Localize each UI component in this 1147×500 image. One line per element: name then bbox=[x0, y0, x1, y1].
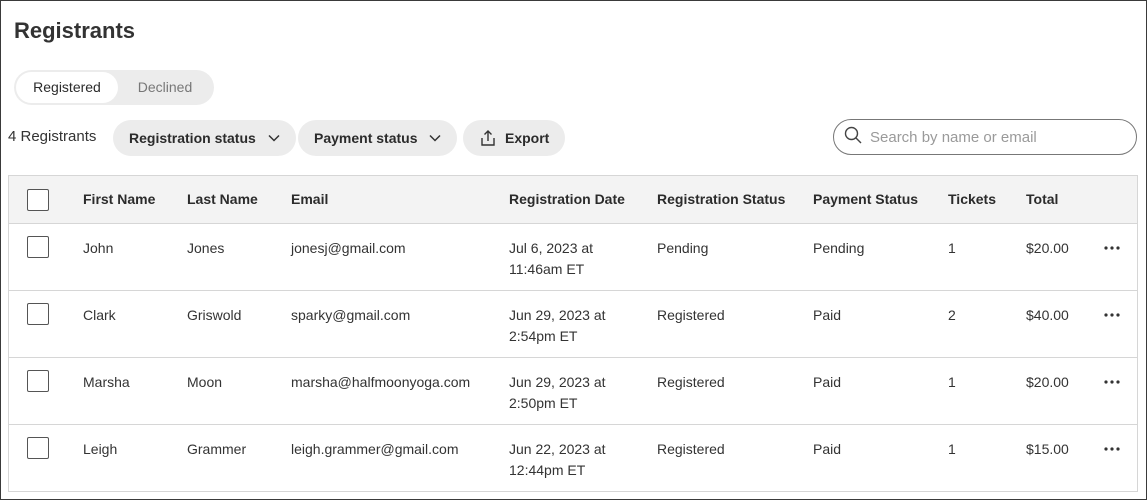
search-input[interactable] bbox=[870, 128, 1120, 146]
registration-date-line1: Jun 29, 2023 at bbox=[509, 374, 606, 390]
column-header-first-name[interactable]: First Name bbox=[83, 191, 155, 207]
email-cell: marsha@halfmoonyoga.com bbox=[291, 374, 471, 390]
column-header-email[interactable]: Email bbox=[291, 191, 328, 207]
registrants-table: First Name Last Name Email Registration … bbox=[8, 175, 1138, 492]
payment-status-filter-label: Payment status bbox=[314, 130, 418, 146]
registration-status-cell: Registered bbox=[657, 307, 725, 323]
total-cell: $20.00 bbox=[1026, 374, 1069, 390]
registration-date-line1: Jul 6, 2023 at bbox=[509, 240, 594, 256]
tickets-cell: 1 bbox=[948, 374, 956, 390]
last-name-cell: Moon bbox=[187, 374, 223, 390]
search-icon bbox=[844, 126, 862, 149]
more-horizontal-icon[interactable] bbox=[1102, 372, 1122, 392]
tickets-cell: 1 bbox=[948, 240, 956, 256]
registration-date-cell: Jun 29, 2023 at 2:50pm ET bbox=[509, 372, 639, 414]
column-header-registration-date[interactable]: Registration Date bbox=[509, 191, 669, 207]
row-checkbox[interactable] bbox=[27, 370, 49, 392]
registration-date-line2: 11:46am ET bbox=[509, 261, 585, 277]
registration-status-cell: Registered bbox=[657, 441, 725, 457]
registrant-count: 4 Registrants bbox=[8, 128, 97, 145]
last-name-cell: Jones bbox=[187, 240, 225, 256]
column-header-registration-status[interactable]: Registration Status bbox=[657, 191, 785, 207]
last-name-cell: Griswold bbox=[187, 307, 242, 323]
last-name-cell: Grammer bbox=[187, 441, 247, 457]
column-header-payment-status[interactable]: Payment Status bbox=[813, 191, 918, 207]
total-cell: $40.00 bbox=[1026, 307, 1069, 323]
column-header-last-name[interactable]: Last Name bbox=[187, 191, 258, 207]
tickets-cell: 2 bbox=[948, 307, 956, 323]
more-horizontal-icon[interactable] bbox=[1102, 238, 1122, 258]
tickets-cell: 1 bbox=[948, 441, 956, 457]
payment-status-cell: Paid bbox=[813, 307, 842, 323]
registration-date-cell: Jun 29, 2023 at 2:54pm ET bbox=[509, 305, 639, 347]
registrant-tabs: Registered Declined bbox=[14, 70, 214, 105]
registration-status-cell: Registered bbox=[657, 374, 725, 390]
first-name-cell: Marsha bbox=[83, 374, 130, 390]
row-checkbox[interactable] bbox=[27, 437, 49, 459]
registration-date-cell: Jun 22, 2023 at 12:44pm ET bbox=[509, 439, 639, 481]
total-cell: $15.00 bbox=[1026, 441, 1069, 457]
column-header-total[interactable]: Total bbox=[1026, 191, 1058, 207]
row-checkbox[interactable] bbox=[27, 236, 49, 258]
table-row: John Jones jonesj@gmail.com Jul 6, 2023 … bbox=[9, 224, 1137, 291]
first-name-cell: Leigh bbox=[83, 441, 118, 457]
first-name-cell: John bbox=[83, 240, 114, 256]
registration-date-line2: 12:44pm ET bbox=[509, 462, 586, 478]
chevron-down-icon bbox=[429, 134, 442, 142]
select-all-checkbox[interactable] bbox=[27, 189, 49, 211]
search-box bbox=[833, 119, 1137, 155]
email-cell: sparky@gmail.com bbox=[291, 307, 411, 323]
registration-status-cell: Pending bbox=[657, 240, 709, 256]
registration-status-filter[interactable]: Registration status bbox=[113, 120, 296, 156]
page-title: Registrants bbox=[14, 18, 136, 43]
payment-status-filter[interactable]: Payment status bbox=[298, 120, 458, 156]
export-icon bbox=[479, 129, 497, 147]
registration-date-line1: Jun 29, 2023 at bbox=[509, 307, 606, 323]
registration-date-cell: Jul 6, 2023 at 11:46am ET bbox=[509, 238, 639, 280]
column-header-tickets[interactable]: Tickets bbox=[948, 191, 996, 207]
registration-status-filter-label: Registration status bbox=[129, 130, 256, 146]
table-header: First Name Last Name Email Registration … bbox=[9, 176, 1137, 224]
registration-date-line2: 2:54pm ET bbox=[509, 328, 578, 344]
row-checkbox[interactable] bbox=[27, 303, 49, 325]
first-name-cell: Clark bbox=[83, 307, 116, 323]
more-horizontal-icon[interactable] bbox=[1102, 439, 1122, 459]
payment-status-cell: Paid bbox=[813, 374, 842, 390]
payment-status-cell: Pending bbox=[813, 240, 865, 256]
email-cell: jonesj@gmail.com bbox=[291, 240, 406, 256]
registration-date-line1: Jun 22, 2023 at bbox=[509, 441, 606, 457]
table-row: Leigh Grammer leigh.grammer@gmail.com Ju… bbox=[9, 425, 1137, 491]
registration-date-line2: 2:50pm ET bbox=[509, 395, 578, 411]
table-row: Marsha Moon marsha@halfmoonyoga.com Jun … bbox=[9, 358, 1137, 425]
total-cell: $20.00 bbox=[1026, 240, 1069, 256]
export-label: Export bbox=[505, 130, 550, 146]
export-button[interactable]: Export bbox=[463, 120, 566, 156]
tab-registered[interactable]: Registered bbox=[16, 72, 118, 103]
payment-status-cell: Paid bbox=[813, 441, 842, 457]
more-horizontal-icon[interactable] bbox=[1102, 305, 1122, 325]
email-cell: leigh.grammer@gmail.com bbox=[291, 441, 459, 457]
table-row: Clark Griswold sparky@gmail.com Jun 29, … bbox=[9, 291, 1137, 358]
tab-declined[interactable]: Declined bbox=[118, 72, 212, 103]
chevron-down-icon bbox=[268, 134, 280, 142]
